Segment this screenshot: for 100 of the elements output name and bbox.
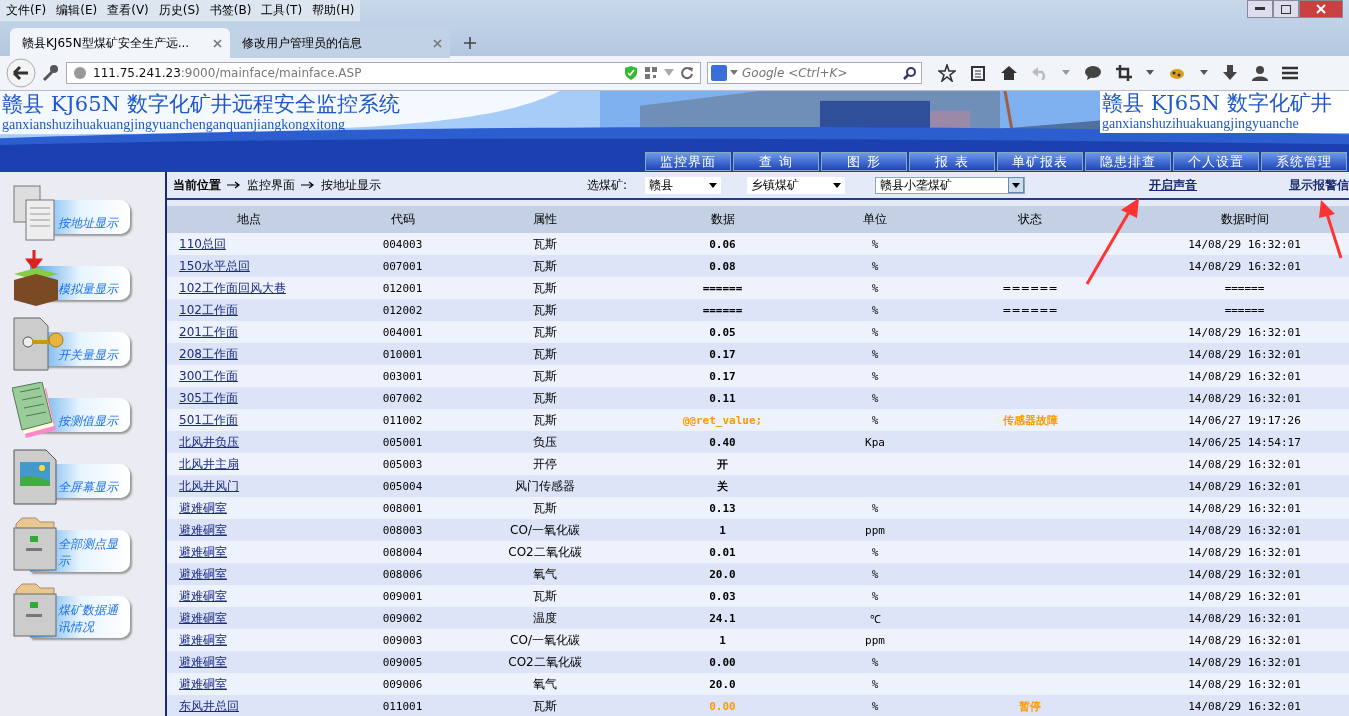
table-cell: 14/06/25 14:54:17 <box>1188 435 1301 449</box>
table-cell: % <box>871 369 879 383</box>
breadcrumb-item[interactable]: 按地址显示 <box>321 176 381 194</box>
table-cell: 0.00 <box>709 699 736 713</box>
home-icon[interactable] <box>1000 65 1018 81</box>
table-cell: 0.05 <box>709 325 736 339</box>
table-cell: 008001 <box>382 501 423 515</box>
sidebar-item[interactable]: 开关量显示 <box>12 316 132 374</box>
nav-button[interactable]: 隐患排查 <box>1085 152 1171 171</box>
table-cell: 14/08/29 16:32:01 <box>1188 259 1301 273</box>
reading-list-icon[interactable] <box>970 65 986 81</box>
minimize-button[interactable] <box>1247 0 1273 18</box>
nav-button[interactable]: 报 表 <box>909 152 995 171</box>
nav-button[interactable]: 个人设置 <box>1173 152 1259 171</box>
table-cell: 瓦斯 <box>533 368 557 383</box>
table-cell: 0.08 <box>709 259 736 273</box>
table-cell: 瓦斯 <box>533 258 557 273</box>
download-icon[interactable] <box>1222 65 1238 81</box>
sound-link[interactable]: 开启声音 <box>1149 176 1198 194</box>
breadcrumb-item[interactable]: 监控界面 <box>247 176 295 194</box>
shield-icon <box>624 65 638 81</box>
table-cell: 004003 <box>382 237 423 251</box>
chat-bubble-icon[interactable] <box>1084 65 1102 81</box>
nav-button[interactable]: 图 形 <box>821 152 907 171</box>
table-cell: 0.01 <box>709 545 736 559</box>
column-header: 单位 <box>830 206 920 233</box>
menu-item[interactable]: 历史(S) <box>158 2 200 19</box>
nav-button[interactable]: 系统管理 <box>1261 152 1347 171</box>
table-cell: % <box>871 347 879 361</box>
menu-item[interactable]: 工具(T) <box>261 2 303 19</box>
table-cell: 0.06 <box>709 237 736 251</box>
bookmark-star-icon[interactable] <box>938 64 956 82</box>
menu-item[interactable]: 文件(F) <box>6 2 47 19</box>
table-cell: 14/08/29 16:32:01 <box>1188 347 1301 361</box>
table-cell: 011002 <box>382 413 423 427</box>
file-cabinet-icon <box>12 514 58 572</box>
table-cell: 0.11 <box>709 391 736 405</box>
search-icon[interactable] <box>903 66 917 80</box>
system-title: 赣县 KJ65N 数字化矿井 <box>1102 91 1333 116</box>
dropdown[interactable]: 乡镇煤矿 <box>747 176 846 194</box>
key-icon[interactable] <box>42 64 60 82</box>
table-cell: ℃ <box>869 612 881 626</box>
reload-icon[interactable] <box>680 66 694 80</box>
nav-button[interactable]: 单矿报表 <box>997 152 1083 171</box>
table-cell: 0.40 <box>709 435 736 449</box>
dropdown-icon[interactable] <box>1146 70 1154 76</box>
table-cell: 007002 <box>382 391 423 405</box>
place-link[interactable]: 110总回 <box>179 236 226 251</box>
table-cell: CO/一氧化碳 <box>510 522 580 537</box>
table-cell: 007001 <box>382 259 423 273</box>
table-cell: 009001 <box>382 589 423 603</box>
system-subtitle: ganxianshuzihuakuangjingyuanche <box>1102 116 1300 132</box>
new-tab-icon[interactable] <box>464 37 476 49</box>
table-cell: ====== <box>1224 281 1265 295</box>
table-cell: CO2二氧化碳 <box>508 654 582 669</box>
table-cell: 005001 <box>382 435 423 449</box>
qr-code-icon[interactable] <box>644 66 658 80</box>
browser-tab[interactable]: 赣县KJ65N型煤矿安全生产远... <box>10 28 230 58</box>
table-cell: 14/08/29 16:32:01 <box>1188 655 1301 669</box>
maximize-icon <box>1281 4 1291 14</box>
maximize-button[interactable] <box>1273 0 1299 18</box>
table-cell: 瓦斯 <box>533 324 557 339</box>
table-cell: 14/08/29 16:32:01 <box>1188 589 1301 603</box>
table-cell: 009006 <box>382 677 423 691</box>
table-cell: 24.1 <box>709 611 736 625</box>
sidebar-item[interactable]: 全屏幕显示 <box>12 448 132 506</box>
menu-item[interactable]: 书签(B) <box>209 2 252 19</box>
browser-tab[interactable]: 修改用户管理员的信息 <box>230 28 450 58</box>
user-icon[interactable] <box>1252 65 1268 81</box>
menu-item[interactable]: 帮助(H) <box>312 2 355 19</box>
table-cell: 14/08/29 16:32:01 <box>1188 545 1301 559</box>
menu-icon[interactable] <box>1282 66 1298 80</box>
table-cell: 012001 <box>382 281 423 295</box>
sidebar-item[interactable]: 全部测点显示 <box>12 514 132 572</box>
back-icon[interactable] <box>6 58 36 88</box>
close-icon[interactable] <box>433 38 442 48</box>
sidebar-item[interactable]: 模拟量显示 <box>12 250 132 308</box>
dropdown[interactable]: 赣县 <box>645 176 722 194</box>
sidebar-item[interactable]: 按测值显示 <box>12 382 132 440</box>
nav-button[interactable]: 监控界面 <box>645 152 731 171</box>
address-field[interactable]: 111.75.241.23:9000/mainface/mainface.ASP <box>66 62 701 84</box>
alarm-link[interactable]: 显示报警信 <box>1289 176 1349 194</box>
dropdown-icon[interactable] <box>1200 70 1208 76</box>
sidebar-item[interactable]: 按地址显示 <box>12 184 132 242</box>
dropdown[interactable]: 赣县小垄煤矿 <box>875 176 1026 194</box>
table-cell: 14/08/29 16:32:01 <box>1188 501 1301 515</box>
menu-item[interactable]: 查看(V) <box>107 2 149 19</box>
table-cell: 1 <box>719 523 726 537</box>
table-cell: 瓦斯 <box>533 280 557 295</box>
nav-button[interactable]: 查 询 <box>733 152 819 171</box>
search-field[interactable]: Google <Ctrl+K> <box>707 62 922 84</box>
close-icon[interactable] <box>213 38 222 48</box>
close-button[interactable] <box>1299 0 1343 18</box>
table-cell: 温度 <box>533 610 557 625</box>
sidebar-item[interactable]: 煤矿数据通讯情况 <box>12 580 132 638</box>
table-cell: @@ret_value; <box>682 413 763 427</box>
table-cell: 14/08/29 16:32:01 <box>1188 611 1301 625</box>
menu-item[interactable]: 编辑(E) <box>56 2 98 19</box>
crop-icon[interactable] <box>1116 65 1132 81</box>
dropdown-icon[interactable] <box>730 70 738 76</box>
